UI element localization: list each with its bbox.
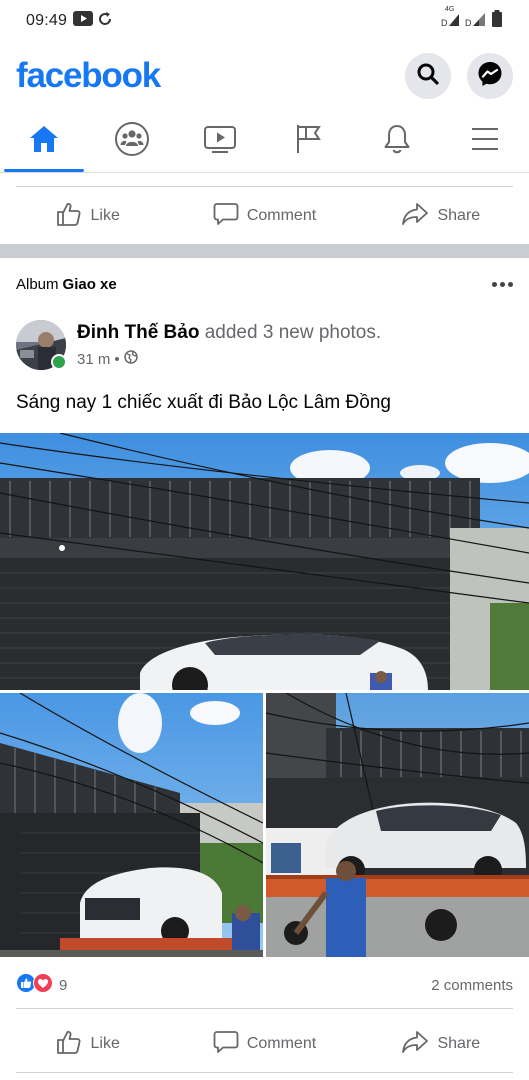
- divider: [16, 1072, 513, 1073]
- signal-icon: 4G D: [441, 6, 461, 32]
- post-actions: Like Comment Share: [0, 1016, 529, 1072]
- online-indicator: [51, 354, 67, 370]
- like-icon: [56, 201, 82, 232]
- signal-icon-2: D: [465, 11, 487, 32]
- post-photo-1[interactable]: [0, 433, 529, 690]
- post-photo-2[interactable]: [0, 693, 263, 957]
- dot-icon: [492, 281, 497, 287]
- hamburger-icon: [470, 126, 500, 157]
- video-icon: [203, 124, 237, 159]
- flag-icon: [294, 123, 324, 160]
- svg-text:D: D: [441, 18, 448, 27]
- tab-pages[interactable]: [265, 110, 353, 172]
- status-time: 09:49: [26, 12, 68, 29]
- groups-icon: [114, 121, 150, 162]
- status-bar: 09:49 4G D D: [0, 0, 529, 42]
- share-button[interactable]: Share: [353, 201, 529, 232]
- post-like-button[interactable]: Like: [0, 1029, 176, 1060]
- dot-icon: [500, 281, 505, 287]
- divider: [16, 1008, 513, 1009]
- tab-watch[interactable]: [176, 110, 264, 172]
- comment-icon: [213, 201, 239, 232]
- more-options-button[interactable]: [492, 281, 513, 287]
- post-action-text: added 3 new photos.: [204, 322, 382, 343]
- tab-notifications[interactable]: [353, 110, 441, 172]
- nav-divider: [0, 172, 529, 173]
- post-comment-button[interactable]: Comment: [176, 1029, 352, 1060]
- love-reaction-icon: [33, 973, 53, 997]
- app-header: facebook: [0, 42, 529, 110]
- post-share-button[interactable]: Share: [353, 1029, 529, 1060]
- album-row: Album Giao xe: [16, 274, 513, 294]
- tab-menu[interactable]: [441, 110, 529, 172]
- svg-text:D: D: [465, 18, 472, 27]
- like-label: Like: [90, 1035, 120, 1052]
- search-button[interactable]: [405, 53, 451, 99]
- feed-separator: [0, 244, 529, 258]
- bell-icon: [382, 123, 412, 160]
- meta-separator: •: [114, 350, 120, 368]
- sync-icon: [97, 11, 113, 32]
- comment-button[interactable]: Comment: [176, 201, 352, 232]
- network-label: 4G: [445, 5, 455, 13]
- author-name[interactable]: Đinh Thế Bảo: [77, 322, 199, 343]
- battery-icon: [491, 10, 503, 32]
- facebook-logo[interactable]: facebook: [16, 56, 161, 96]
- album-link[interactable]: Giao xe: [63, 276, 117, 293]
- avatar[interactable]: [16, 320, 67, 370]
- post-time[interactable]: 31 m: [77, 351, 110, 368]
- like-icon: [56, 1029, 82, 1060]
- share-icon: [401, 201, 429, 232]
- reaction-count: 9: [59, 976, 68, 994]
- post-photo-3[interactable]: [266, 693, 529, 957]
- search-icon: [416, 62, 440, 91]
- post-author: Đinh Thế Bảo added 3 new photos. 31 m •: [16, 320, 513, 374]
- like-label: Like: [90, 207, 120, 224]
- album-prefix: Album: [16, 275, 59, 293]
- tab-groups[interactable]: [88, 110, 176, 172]
- dot-icon: [508, 281, 513, 287]
- globe-icon: [123, 350, 138, 368]
- reactions-summary[interactable]: 9 2 comments: [16, 972, 513, 998]
- main-nav: [0, 110, 529, 172]
- comments-count-link[interactable]: 2 comments: [431, 977, 513, 994]
- like-button[interactable]: Like: [0, 201, 176, 232]
- messenger-button[interactable]: [467, 53, 513, 99]
- youtube-icon: [73, 11, 94, 31]
- comment-label: Comment: [246, 207, 317, 224]
- share-label: Share: [437, 207, 481, 224]
- prev-post-actions: Like Comment Share: [0, 188, 529, 244]
- messenger-icon: [476, 60, 504, 93]
- divider: [16, 186, 513, 187]
- comment-icon: [213, 1029, 239, 1060]
- post-text: Sáng nay 1 chiếc xuất đi Bảo Lộc Lâm Đồn…: [16, 392, 391, 413]
- home-icon: [28, 124, 60, 159]
- share-icon: [401, 1029, 429, 1060]
- tab-home[interactable]: [0, 110, 88, 172]
- share-label: Share: [437, 1035, 481, 1052]
- comment-label: Comment: [246, 1035, 317, 1052]
